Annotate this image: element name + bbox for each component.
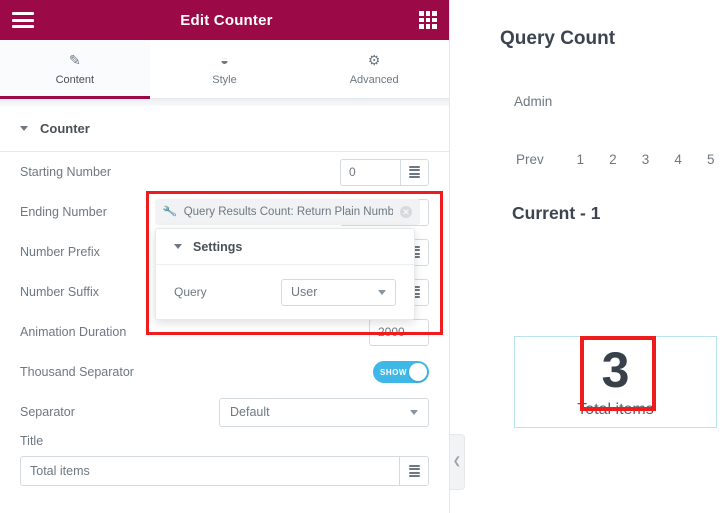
panel-tabs: ✎ Content ◒ Style ⚙ Advanced	[0, 40, 449, 99]
title-input[interactable]: Total items	[20, 456, 399, 486]
query-label: Query	[174, 285, 207, 299]
tab-style-label: Style	[212, 74, 237, 86]
title-input-wrap: Total items	[20, 456, 429, 486]
starting-number-input[interactable]: 0	[340, 158, 400, 186]
panel-collapse-handle[interactable]: ❮	[450, 434, 465, 490]
preview-user-row: Admin	[514, 94, 553, 109]
elementor-editor-screen: Edit Counter ✎ Content ◒ Style ⚙ Advance…	[0, 0, 727, 513]
tab-content-label: Content	[55, 74, 95, 86]
tab-advanced[interactable]: ⚙ Advanced	[299, 40, 449, 98]
dynamic-tag-popover: Settings Query User	[155, 228, 415, 320]
preview-pagination: Prev 1 2 3 4 5	[516, 152, 727, 167]
control-label: Starting Number	[20, 165, 112, 179]
pagination-page-3[interactable]: 3	[629, 152, 662, 167]
control-label: Number Suffix	[20, 285, 99, 299]
database-stack-icon	[408, 464, 420, 478]
chevron-down-icon	[378, 289, 386, 295]
pagination-page-4[interactable]: 4	[662, 152, 695, 167]
editor-panel: Edit Counter ✎ Content ◒ Style ⚙ Advance…	[0, 0, 450, 513]
tabs-shadow-divider	[0, 99, 449, 106]
hamburger-menu-icon[interactable]	[12, 12, 34, 28]
separator-select[interactable]: Default	[219, 397, 429, 427]
remove-circle-icon[interactable]: ✕	[400, 206, 412, 218]
section-title: Counter	[40, 121, 90, 136]
counter-title: Total items	[577, 400, 654, 418]
section-header-counter[interactable]: Counter	[0, 106, 449, 152]
popover-settings-title: Settings	[193, 239, 243, 254]
dynamic-tag-overlay: 🔧 Query Results Count: Return Plain Numb…	[155, 199, 420, 320]
pagination-prev[interactable]: Prev	[516, 152, 564, 167]
chevron-left-icon: ❮	[452, 456, 462, 467]
preview-current-page: Current - 1	[512, 203, 601, 223]
grid-apps-icon[interactable]	[419, 11, 437, 29]
popover-settings-header[interactable]: Settings	[156, 229, 414, 265]
chevron-down-icon	[174, 244, 182, 249]
query-select-value: User	[291, 285, 318, 299]
query-select[interactable]: User	[281, 278, 396, 306]
control-field: 0	[340, 158, 429, 186]
panel-title: Edit Counter	[180, 11, 273, 29]
control-label: Separator	[20, 405, 75, 419]
control-label: Ending Number	[20, 205, 107, 219]
popover-settings-body: Query User	[156, 265, 414, 319]
control-label: Thousand Separator	[20, 365, 134, 379]
pagination-page-1[interactable]: 1	[564, 152, 597, 167]
counter-widget-preview[interactable]: 3 Total items	[514, 336, 717, 428]
animation-duration-input[interactable]: 2000	[369, 318, 429, 346]
title-field-label: Title	[20, 434, 44, 448]
tab-advanced-label: Advanced	[349, 74, 399, 86]
dynamic-tag-label: Query Results Count: Return Plain Number	[183, 206, 393, 218]
control-separator: Separator Default	[20, 392, 429, 432]
preview-content: Query Count Admin Prev 1 2 3 4 5 Current…	[450, 0, 727, 224]
tab-content[interactable]: ✎ Content	[0, 40, 150, 99]
pencil-icon: ✎	[68, 52, 81, 68]
half-circle-icon: ◒	[220, 52, 229, 68]
counter-number: 3	[601, 341, 630, 398]
control-field: 2000	[369, 318, 429, 346]
toggle-knob	[409, 363, 427, 381]
control-thousand-separator: Thousand Separator SHOW	[20, 352, 429, 392]
control-starting-number: Starting Number 0	[20, 152, 429, 192]
gear-icon: ⚙	[367, 52, 381, 68]
thousand-separator-toggle[interactable]: SHOW	[373, 361, 429, 383]
wrench-icon: 🔧	[161, 204, 178, 219]
preview-heading: Query Count	[500, 28, 616, 49]
dynamic-tag-button[interactable]	[400, 158, 429, 186]
control-label: Animation Duration	[20, 325, 127, 339]
pagination-page-5[interactable]: 5	[694, 152, 727, 167]
control-label: Number Prefix	[20, 245, 100, 259]
tab-style[interactable]: ◒ Style	[149, 40, 300, 98]
separator-select-value: Default	[230, 405, 270, 419]
pagination-page-2[interactable]: 2	[597, 152, 630, 167]
chevron-down-icon	[410, 409, 418, 415]
chevron-down-icon	[20, 126, 28, 131]
control-title: Title Total items	[0, 432, 449, 486]
toggle-state-label: SHOW	[380, 367, 407, 377]
dynamic-tag-bar[interactable]: 🔧 Query Results Count: Return Plain Numb…	[155, 199, 420, 225]
dynamic-tag-button[interactable]	[399, 456, 429, 486]
panel-header: Edit Counter	[0, 0, 449, 40]
preview-canvas: Query Count Admin Prev 1 2 3 4 5 Current…	[450, 0, 727, 513]
database-stack-icon	[409, 165, 420, 179]
